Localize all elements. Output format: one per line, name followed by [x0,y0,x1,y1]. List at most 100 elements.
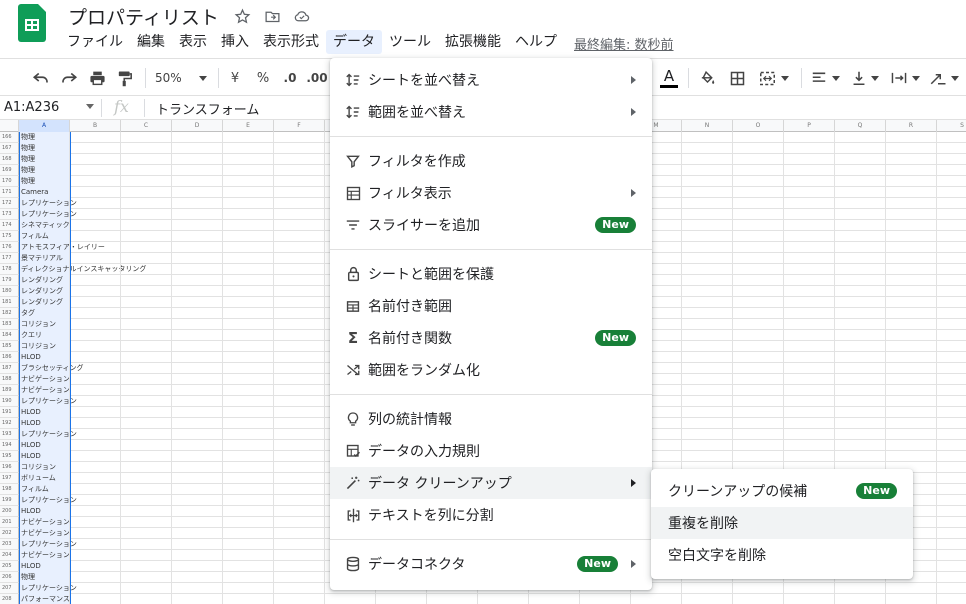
row-number[interactable]: 188 [0,374,19,385]
column-header-f[interactable]: F [274,120,325,132]
redo-icon[interactable] [58,67,80,89]
cell-a[interactable]: Camera [19,187,70,198]
cloud-saved-icon[interactable] [292,6,312,26]
cell-a[interactable]: 物理 [19,132,70,143]
row-number[interactable]: 181 [0,297,19,308]
cell-a[interactable]: レンダリング [19,297,70,308]
row-number[interactable]: 200 [0,506,19,517]
row-number[interactable]: 174 [0,220,19,231]
select-all-corner[interactable] [0,120,19,132]
menu-add-slicer[interactable]: スライサーを追加 New [330,209,652,241]
menu-tools[interactable]: ツール [382,30,438,54]
menu-insert[interactable]: 挿入 [214,30,256,54]
column-header-d[interactable]: D [172,120,223,132]
cell-a[interactable]: フィルム [19,484,70,495]
row-number[interactable]: 199 [0,495,19,506]
row-number[interactable]: 203 [0,539,19,550]
paint-format-icon[interactable] [114,67,136,89]
cell-a[interactable]: HLOD [19,561,70,572]
column-header-a[interactable]: A [19,120,70,132]
menu-edit[interactable]: 編集 [130,30,172,54]
cell-a[interactable]: コリジョン [19,341,70,352]
cell-a[interactable]: レプリケーション [19,209,77,220]
cell-a[interactable]: ナビゲーション [19,550,70,561]
row-number[interactable]: 205 [0,561,19,572]
menu-file[interactable]: ファイル [60,30,130,54]
row-number[interactable]: 208 [0,594,19,604]
menu-data-validation[interactable]: データの入力規則 [330,435,652,467]
row-number[interactable]: 172 [0,198,19,209]
menu-format[interactable]: 表示形式 [256,30,326,54]
row-number[interactable]: 175 [0,231,19,242]
row-number[interactable]: 204 [0,550,19,561]
name-box[interactable]: A1:A236 [4,100,92,115]
column-header-r[interactable]: R [886,120,937,132]
cell-a[interactable]: 物理 [19,154,70,165]
currency-format-button[interactable]: ¥ [227,67,243,89]
menu-extensions[interactable]: 拡張機能 [438,30,508,54]
row-number[interactable]: 169 [0,165,19,176]
row-number[interactable]: 206 [0,572,19,583]
cell-a[interactable]: 景マテリアル [19,253,70,264]
row-number[interactable]: 207 [0,583,19,594]
text-color-icon[interactable]: A [658,67,680,89]
cell-a[interactable]: 物理 [19,572,70,583]
menu-sort-sheet[interactable]: シートを並べ替え [330,64,652,96]
column-header-n[interactable]: N [682,120,733,132]
row-number[interactable]: 193 [0,429,19,440]
document-title[interactable]: プロパティリスト [68,3,219,30]
formula-input[interactable]: トランスフォーム [156,99,259,118]
cell-a[interactable]: レプリケーション [19,539,77,550]
row-number[interactable]: 171 [0,187,19,198]
menu-named-ranges[interactable]: 名前付き範囲 [330,290,652,322]
row-number[interactable]: 182 [0,308,19,319]
cell-a[interactable]: コリジョン [19,319,70,330]
menu-view[interactable]: 表示 [172,30,214,54]
cell-a[interactable]: ブラシセッティング [19,363,83,374]
last-edit-link[interactable]: 最終編集: 数秒前 [574,30,674,54]
undo-icon[interactable] [30,67,52,89]
row-number[interactable]: 194 [0,440,19,451]
merge-cells-icon[interactable] [756,67,792,89]
row-number[interactable]: 191 [0,407,19,418]
cell-a[interactable]: ナビゲーション [19,517,70,528]
cell-a[interactable]: HLOD [19,451,70,462]
column-header-s[interactable]: S [937,120,966,132]
submenu-remove-duplicates[interactable]: 重複を削除 [651,507,913,539]
cell-a[interactable]: ナビゲーション [19,385,70,396]
row-number[interactable]: 168 [0,154,19,165]
cell-a[interactable]: ナビゲーション [19,528,70,539]
cell-a[interactable]: レプリケーション [19,396,77,407]
row-number[interactable]: 166 [0,132,19,143]
row-number[interactable]: 167 [0,143,19,154]
cell-a[interactable]: クエリ [19,330,70,341]
cell-a[interactable]: コリジョン [19,462,70,473]
cell-a[interactable]: レプリケーション [19,198,77,209]
menu-split-text[interactable]: テキストを列に分割 [330,499,652,531]
cell-a[interactable]: 物理 [19,143,70,154]
column-header-c[interactable]: C [121,120,172,132]
row-number[interactable]: 195 [0,451,19,462]
row-number[interactable]: 202 [0,528,19,539]
column-header-q[interactable]: Q [835,120,886,132]
chevron-down-icon[interactable] [86,104,94,109]
menu-data-connectors[interactable]: データコネクタ New [330,548,652,580]
move-folder-icon[interactable] [262,6,282,26]
row-number[interactable]: 184 [0,330,19,341]
horizontal-align-icon[interactable] [808,67,842,89]
row-number[interactable]: 186 [0,352,19,363]
text-rotation-icon[interactable] [926,67,962,89]
sheets-logo-icon[interactable] [18,4,46,42]
cell-a[interactable]: シネマティック [19,220,70,231]
vertical-align-icon[interactable] [848,67,882,89]
cell-a[interactable]: HLOD [19,440,70,451]
cell-a[interactable]: HLOD [19,352,70,363]
column-header-e[interactable]: E [223,120,274,132]
print-icon[interactable] [86,67,108,89]
row-number[interactable]: 190 [0,396,19,407]
menu-protect-sheets[interactable]: シートと範囲を保護 [330,258,652,290]
menu-filter-views[interactable]: フィルタ表示 [330,177,652,209]
cell-a[interactable]: ディレクショナルインスキャッタリング [19,264,146,275]
menu-sort-range[interactable]: 範囲を並べ替え [330,96,652,128]
cell-a[interactable]: 物理 [19,165,70,176]
